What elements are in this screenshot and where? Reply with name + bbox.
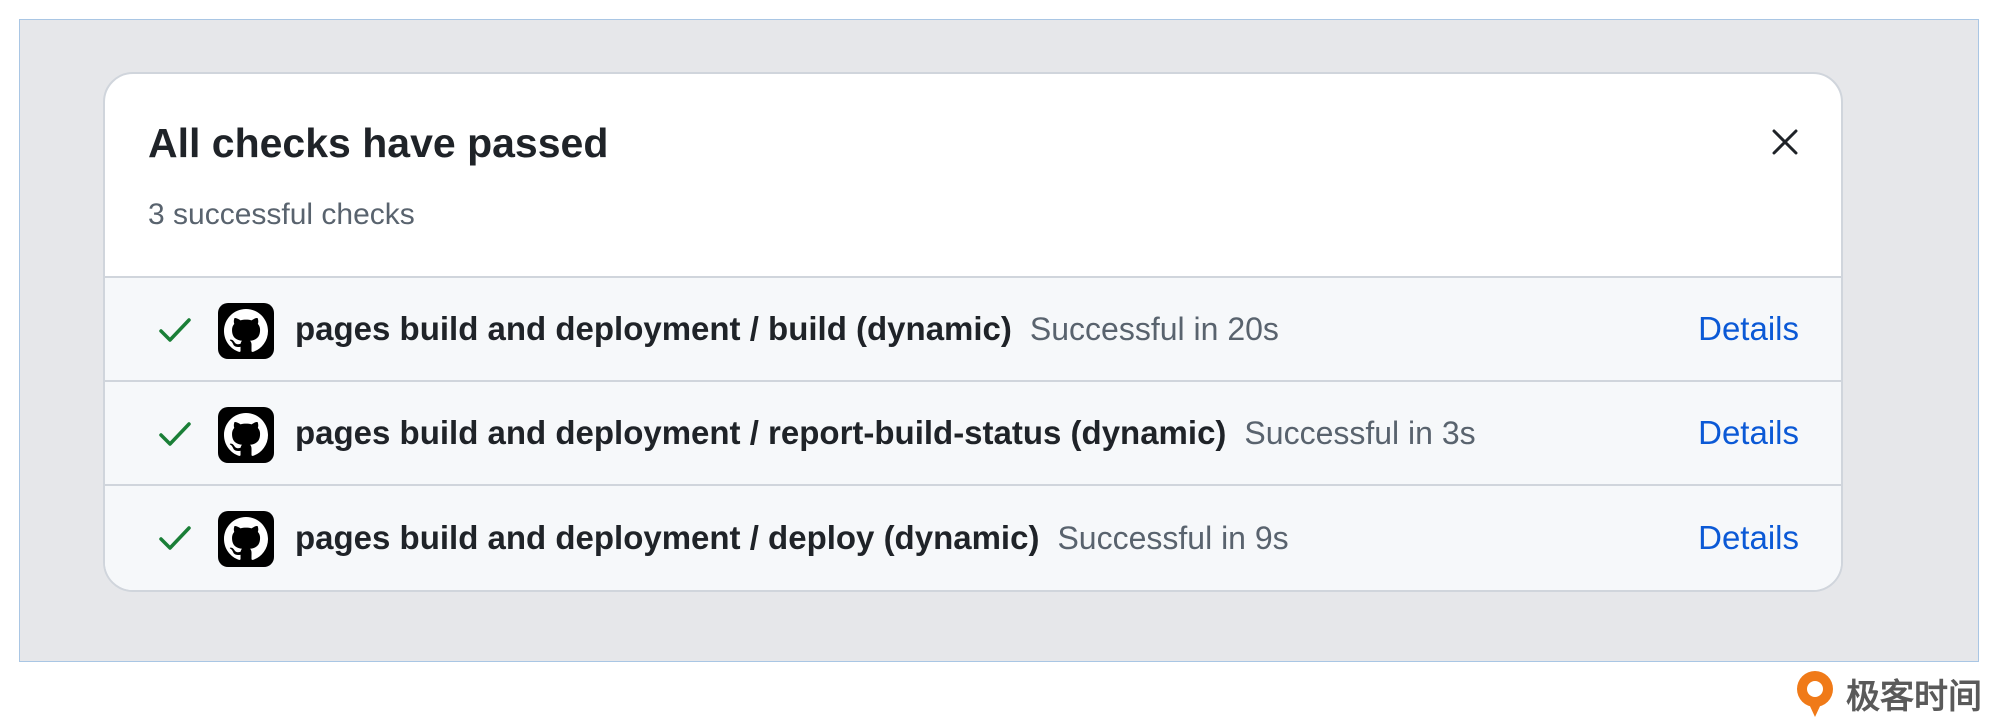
watermark-text: 极客时间 xyxy=(1846,676,1982,717)
checks-panel: All checks have passed 3 successful chec… xyxy=(103,72,1843,592)
github-icon xyxy=(218,303,274,359)
checkmark-icon xyxy=(159,422,191,446)
check-name: pages build and deployment / report-buil… xyxy=(295,414,1227,451)
details-link[interactable]: Details xyxy=(1698,486,1799,590)
details-link[interactable]: Details xyxy=(1698,278,1799,380)
check-name: pages build and deployment / build (dyna… xyxy=(295,310,1012,347)
checks-list: pages build and deployment / build (dyna… xyxy=(105,278,1841,590)
github-icon xyxy=(218,511,274,567)
panel-subtitle: 3 successful checks xyxy=(148,198,415,231)
check-name: pages build and deployment / deploy (dyn… xyxy=(295,519,1040,556)
check-status: Successful in 9s xyxy=(1057,519,1289,556)
github-icon xyxy=(218,407,274,463)
check-row: pages build and deployment / report-buil… xyxy=(105,382,1841,486)
check-row: pages build and deployment / deploy (dyn… xyxy=(105,486,1841,590)
panel-title: All checks have passed xyxy=(148,120,609,166)
checks-dialog-backdrop: All checks have passed 3 successful chec… xyxy=(19,19,1979,662)
check-status: Successful in 3s xyxy=(1244,414,1476,451)
check-status: Successful in 20s xyxy=(1029,310,1279,347)
geektime-logo-icon xyxy=(1797,671,1833,717)
checks-panel-header: All checks have passed 3 successful chec… xyxy=(105,74,1841,278)
checkmark-icon xyxy=(159,526,191,550)
check-row: pages build and deployment / build (dyna… xyxy=(105,278,1841,382)
checkmark-icon xyxy=(159,318,191,342)
close-icon xyxy=(1772,129,1798,155)
watermark-logo: 极客时间 xyxy=(1792,666,1982,720)
close-button[interactable] xyxy=(1765,122,1805,162)
details-link[interactable]: Details xyxy=(1698,382,1799,484)
